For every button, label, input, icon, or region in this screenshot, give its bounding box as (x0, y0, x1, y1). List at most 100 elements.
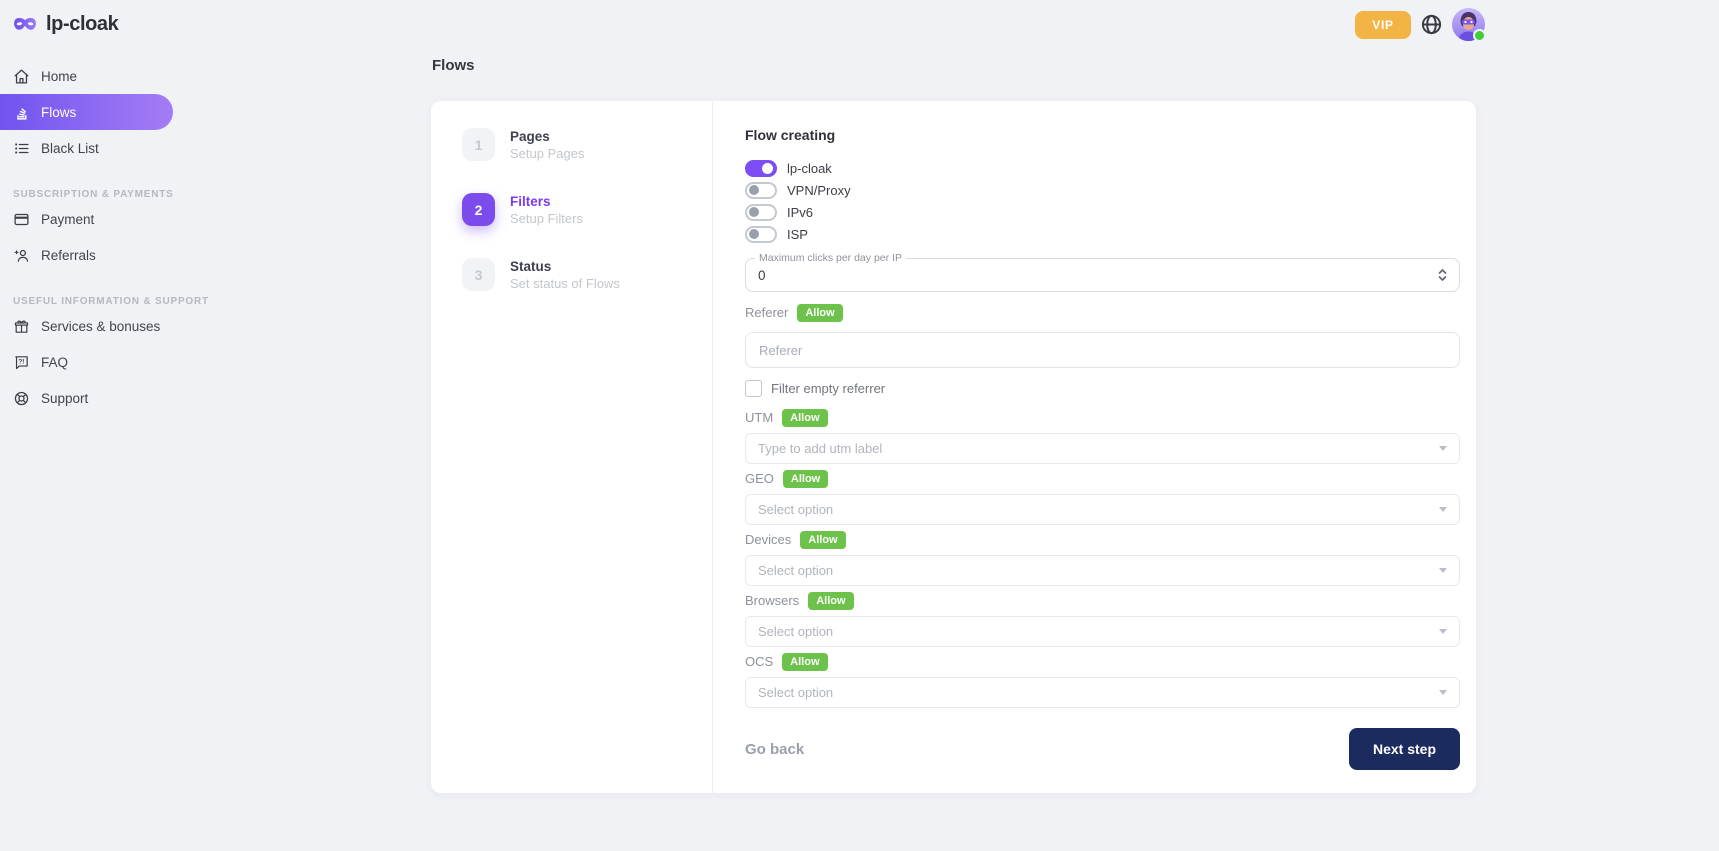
utm-allow-badge[interactable]: Allow (782, 409, 827, 427)
geo-label: GEO (745, 471, 774, 486)
vip-badge[interactable]: VIP (1355, 11, 1411, 39)
toggle-row-ipv6: IPv6 (745, 201, 1460, 223)
isp-toggle[interactable] (745, 226, 777, 243)
go-back-button[interactable]: Go back (745, 741, 804, 758)
number-stepper (1438, 268, 1447, 282)
stepper-down-icon[interactable] (1438, 275, 1447, 282)
toggle-knob (762, 163, 773, 174)
credit-card-icon (13, 211, 30, 228)
sidebar-item-faq[interactable]: ?! FAQ (0, 344, 173, 380)
sidebar: lp-cloak Home Flows Black List SUBSCRIPT… (0, 0, 173, 416)
ocs-select-placeholder: Select option (758, 685, 833, 700)
sidebar-nav: Home Flows Black List SUBSCRIPTION & PAY… (0, 58, 173, 416)
avatar[interactable] (1452, 8, 1485, 41)
max-clicks-label: Maximum clicks per day per IP (755, 252, 906, 264)
wizard-actions: Go back Next step (745, 728, 1460, 770)
flow-creating-panel: Flow creating lp-cloak VPN/Proxy IPv6 IS… (713, 101, 1476, 793)
brand-logo[interactable]: lp-cloak (0, 0, 173, 36)
sidebar-item-label: Flows (41, 105, 76, 120)
filter-group-geo: GEO Allow Select option (745, 468, 1460, 525)
step-filters[interactable]: 2 Filters Setup Filters (462, 193, 712, 227)
chevron-down-icon (1439, 507, 1447, 512)
sidebar-item-label: Support (41, 391, 88, 406)
sidebar-item-label: FAQ (41, 355, 68, 370)
sidebar-section-subscription: SUBSCRIPTION & PAYMENTS (13, 188, 173, 201)
toggle-label: ISP (787, 227, 808, 242)
sidebar-item-label: Black List (41, 141, 99, 156)
max-clicks-input[interactable] (746, 268, 1438, 283)
faq-bubble-icon: ?! (13, 354, 30, 371)
filter-group-browsers: Browsers Allow Select option (745, 590, 1460, 647)
step-pages[interactable]: 1 Pages Setup Pages (462, 128, 712, 162)
browsers-label: Browsers (745, 593, 799, 608)
brand-name: lp-cloak (46, 13, 118, 36)
lp-cloak-toggle[interactable] (745, 160, 777, 177)
devices-select[interactable]: Select option (745, 555, 1460, 586)
filter-empty-referrer-checkbox[interactable] (745, 380, 762, 397)
browsers-allow-badge[interactable]: Allow (808, 592, 853, 610)
chevron-down-icon (1439, 690, 1447, 695)
panel-title: Flow creating (745, 126, 1460, 144)
browsers-select-placeholder: Select option (758, 624, 833, 639)
stepper-up-icon[interactable] (1438, 268, 1447, 275)
topbar-right: VIP (1355, 8, 1485, 41)
sidebar-item-services[interactable]: Services & bonuses (0, 308, 173, 344)
toggle-label: VPN/Proxy (787, 183, 851, 198)
sidebar-item-referrals[interactable]: Referrals (0, 237, 173, 273)
ocs-select[interactable]: Select option (745, 677, 1460, 708)
page-title: Flows (432, 57, 475, 74)
globe-icon[interactable] (1420, 13, 1443, 36)
gift-icon (13, 318, 30, 335)
flow-card: 1 Pages Setup Pages 2 Filters Setup Filt… (431, 101, 1476, 793)
ipv6-toggle[interactable] (745, 204, 777, 221)
sidebar-item-label: Services & bonuses (41, 319, 160, 334)
stepper: 1 Pages Setup Pages 2 Filters Setup Filt… (431, 101, 713, 793)
utm-select[interactable]: Type to add utm label (745, 433, 1460, 464)
sidebar-item-label: Referrals (41, 248, 96, 263)
geo-select[interactable]: Select option (745, 494, 1460, 525)
home-icon (13, 68, 30, 85)
filter-group-ocs: OCS Allow Select option (745, 651, 1460, 708)
geo-allow-badge[interactable]: Allow (783, 470, 828, 488)
filter-empty-referrer-row[interactable]: Filter empty referrer (745, 380, 1460, 397)
chevron-down-icon (1439, 629, 1447, 634)
devices-label: Devices (745, 532, 791, 547)
step-subtitle: Setup Pages (510, 145, 584, 162)
toggle-knob (749, 229, 759, 239)
online-status-dot (1473, 29, 1486, 42)
devices-allow-badge[interactable]: Allow (800, 531, 845, 549)
step-title: Filters (510, 193, 583, 210)
referer-allow-badge[interactable]: Allow (797, 304, 842, 322)
step-number: 1 (462, 128, 495, 161)
mask-icon (12, 15, 38, 35)
svg-text:?!: ?! (18, 358, 24, 365)
step-subtitle: Set status of Flows (510, 275, 620, 292)
chevron-down-icon (1439, 446, 1447, 451)
step-title: Status (510, 258, 620, 275)
referer-label: Referer (745, 305, 788, 320)
utm-label: UTM (745, 410, 773, 425)
chevron-down-icon (1439, 568, 1447, 573)
filter-group-utm: UTM Allow Type to add utm label (745, 407, 1460, 464)
toggle-label: lp-cloak (787, 161, 832, 176)
toggle-row-isp: ISP (745, 223, 1460, 245)
referral-user-icon (13, 247, 30, 264)
step-number: 2 (462, 193, 495, 226)
list-icon (13, 140, 30, 157)
ocs-allow-badge[interactable]: Allow (782, 653, 827, 671)
sidebar-item-flows[interactable]: Flows (0, 94, 173, 130)
utm-select-placeholder: Type to add utm label (758, 441, 882, 456)
geo-select-placeholder: Select option (758, 502, 833, 517)
sidebar-item-black-list[interactable]: Black List (0, 130, 173, 166)
sidebar-item-support[interactable]: Support (0, 380, 173, 416)
vpn-proxy-toggle[interactable] (745, 182, 777, 199)
step-status[interactable]: 3 Status Set status of Flows (462, 258, 712, 292)
toggle-label: IPv6 (787, 205, 813, 220)
sidebar-item-home[interactable]: Home (0, 58, 173, 94)
next-step-button[interactable]: Next step (1349, 728, 1460, 770)
step-title: Pages (510, 128, 584, 145)
referer-input[interactable] (745, 332, 1460, 368)
sidebar-item-payment[interactable]: Payment (0, 201, 173, 237)
max-clicks-field: Maximum clicks per day per IP (745, 258, 1460, 292)
browsers-select[interactable]: Select option (745, 616, 1460, 647)
